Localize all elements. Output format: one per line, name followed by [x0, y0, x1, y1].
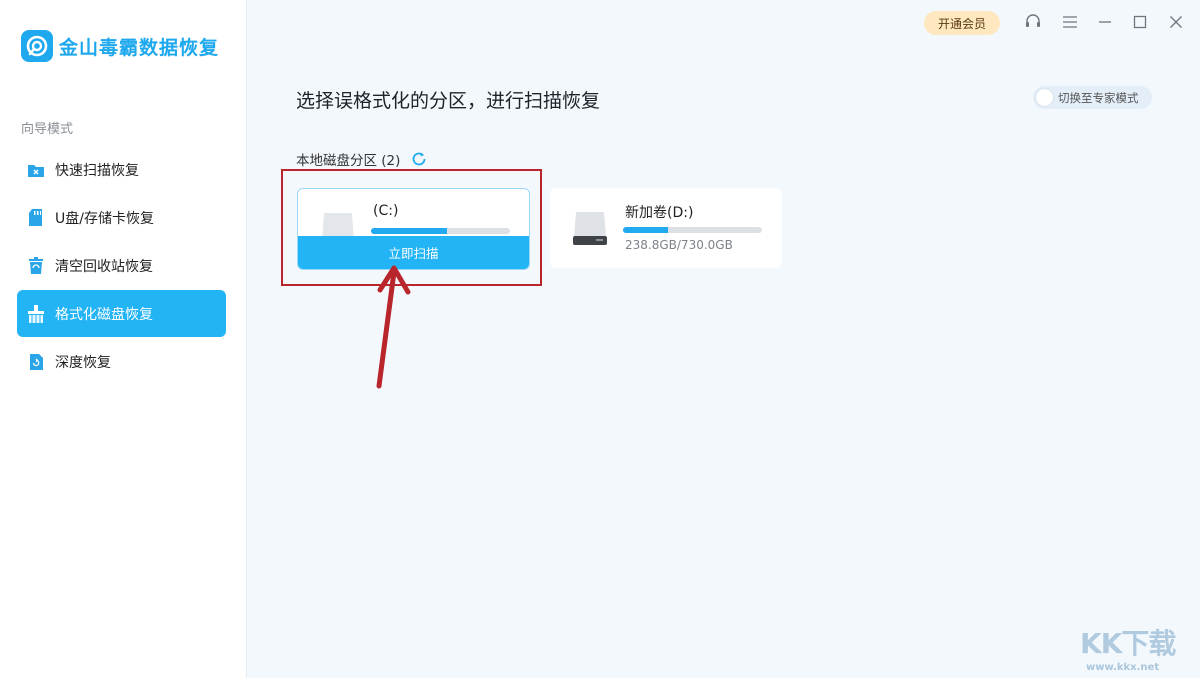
- app-logo-icon: [21, 30, 53, 62]
- sd-card-icon: [27, 209, 45, 227]
- page-title: 选择误格式化的分区，进行扫描恢复: [296, 90, 601, 112]
- sidebar: 金山毒霸数据恢复 向导模式 快速扫描恢复 U盘/存储卡恢复 清空回收站恢复 格式…: [0, 0, 247, 678]
- sidebar-item-label: 清空回收站恢复: [55, 258, 153, 275]
- sidebar-nav: 快速扫描恢复 U盘/存储卡恢复 清空回收站恢复 格式化磁盘恢复 深度恢复: [17, 146, 226, 386]
- disk-name: 新加卷(D:): [625, 205, 694, 221]
- disk-section-text: 本地磁盘分区 (2): [296, 153, 401, 169]
- recycle-bin-icon: [27, 257, 45, 275]
- format-disk-icon: [27, 304, 45, 323]
- sidebar-item-label: 深度恢复: [55, 354, 111, 371]
- sidebar-item-label: 快速扫描恢复: [55, 162, 139, 179]
- sidebar-item-recycle-bin[interactable]: 清空回收站恢复: [17, 242, 226, 289]
- sidebar-item-label: U盘/存储卡恢复: [55, 210, 154, 227]
- expert-mode-label: 切换至专家模式: [1058, 90, 1139, 105]
- minimize-icon[interactable]: [1096, 13, 1114, 31]
- sidebar-item-quick-scan[interactable]: 快速扫描恢复: [17, 146, 226, 193]
- disk-size-text: 238.8GB/730.0GB: [625, 238, 733, 252]
- hard-drive-icon: [570, 208, 610, 248]
- disk-card-d[interactable]: 新加卷(D:) 238.8GB/730.0GB: [550, 188, 782, 268]
- menu-icon[interactable]: [1061, 13, 1079, 31]
- headset-icon[interactable]: [1024, 13, 1042, 31]
- maximize-icon[interactable]: [1131, 13, 1149, 31]
- toggle-knob: [1036, 89, 1053, 106]
- vip-membership-button[interactable]: 开通会员: [924, 11, 1000, 35]
- sidebar-item-format-disk[interactable]: 格式化磁盘恢复: [17, 290, 226, 337]
- sidebar-item-deep-recovery[interactable]: 深度恢复: [17, 338, 226, 385]
- sidebar-item-label: 格式化磁盘恢复: [55, 306, 153, 323]
- disk-usage-fill: [623, 227, 669, 233]
- disk-usage-bar: [623, 227, 762, 233]
- annotation-arrow: [376, 265, 411, 389]
- sidebar-item-usb-card[interactable]: U盘/存储卡恢复: [17, 194, 226, 241]
- folder-x-icon: [27, 161, 45, 179]
- app-name: 金山毒霸数据恢复: [59, 36, 220, 59]
- close-icon[interactable]: [1167, 13, 1185, 31]
- expert-mode-toggle[interactable]: 切换至专家模式: [1033, 86, 1152, 109]
- watermark-url: www.kkx.net: [1086, 662, 1160, 673]
- disk-section-label: 本地磁盘分区 (2): [296, 149, 428, 169]
- section-label-guide-mode: 向导模式: [21, 122, 74, 137]
- watermark-logo: KK下载: [1080, 627, 1176, 660]
- refresh-icon[interactable]: [410, 150, 428, 168]
- watermark: KK下载 www.kkx.net: [1080, 622, 1176, 673]
- brand: 金山毒霸数据恢复: [21, 30, 219, 62]
- deep-recovery-icon: [27, 353, 45, 371]
